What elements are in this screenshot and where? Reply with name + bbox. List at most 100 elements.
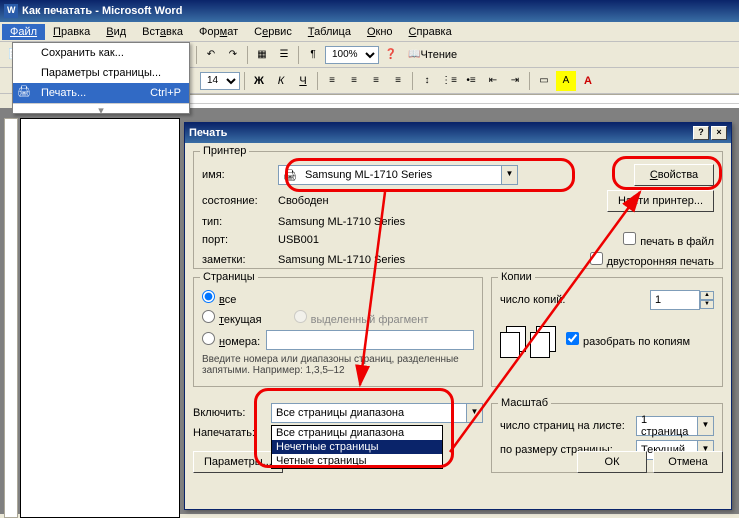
table-icon[interactable]: ▦ — [252, 45, 272, 65]
print-what-label: Напечатать: — [193, 427, 265, 439]
underline-icon[interactable]: Ч — [293, 71, 313, 91]
align-center-icon[interactable]: ≡ — [344, 71, 364, 91]
dialog-close-icon[interactable]: × — [711, 126, 727, 140]
columns-icon[interactable]: ☰ — [274, 45, 294, 65]
include-option-odd[interactable]: Нечетные страницы — [272, 440, 442, 454]
menu-insert[interactable]: Вставка — [134, 24, 191, 40]
pages-current-radio[interactable]: текущая — [202, 310, 262, 326]
type-label: тип: — [202, 216, 272, 228]
pages-group: Страницы все текущая выделенный фрагмент… — [193, 277, 483, 387]
redo-icon[interactable]: ↷ — [223, 45, 243, 65]
chevron-down-icon: ▼ — [697, 417, 713, 435]
parameters-button[interactable]: Параметры... — [193, 451, 283, 473]
line-spacing-icon[interactable]: ↕ — [417, 71, 437, 91]
cancel-button[interactable]: Отмена — [653, 451, 723, 473]
print-shortcut: Ctrl+P — [150, 87, 181, 99]
numbering-icon[interactable]: ⋮≡ — [439, 71, 459, 91]
include-options-list[interactable]: Все страницы диапазона Нечетные страницы… — [271, 425, 443, 469]
pages-all-radio[interactable]: все — [202, 290, 236, 306]
print-to-file-checkbox[interactable]: печать в файл — [623, 232, 714, 248]
menu-format[interactable]: Формат — [191, 24, 246, 40]
status-value: Свободен — [278, 195, 329, 207]
notes-value: Samsung ML-1710 Series — [278, 254, 405, 266]
indent-icon[interactable]: ⇥ — [505, 71, 525, 91]
menu-tools[interactable]: Сервис — [246, 24, 300, 40]
menu-file[interactable]: Файл — [2, 24, 45, 40]
align-left-icon[interactable]: ≡ — [322, 71, 342, 91]
status-label: состояние: — [202, 195, 272, 207]
menu-help[interactable]: Справка — [401, 24, 460, 40]
type-value: Samsung ML-1710 Series — [278, 216, 405, 228]
menu-table[interactable]: Таблица — [300, 24, 359, 40]
printer-name-label: имя: — [202, 169, 272, 181]
pages-numbers-input[interactable] — [266, 330, 474, 350]
bold-icon[interactable]: Ж — [249, 71, 269, 91]
copies-group: Копии число копий: ▲▼ разобрать по копия… — [491, 277, 723, 387]
menu-print[interactable]: 🖨 Печать... Ctrl+P — [13, 83, 189, 103]
notes-label: заметки: — [202, 254, 272, 266]
chevron-down-icon: ▼ — [501, 166, 517, 184]
dialog-title: Печать — [189, 127, 227, 139]
help-icon[interactable]: ❓ — [381, 45, 401, 65]
outdent-icon[interactable]: ⇤ — [483, 71, 503, 91]
spin-up-icon[interactable]: ▲ — [700, 291, 714, 300]
menu-page-setup[interactable]: Параметры страницы... — [13, 63, 189, 83]
duplex-checkbox[interactable]: двусторонняя печать — [590, 252, 714, 268]
menu-expand-icon[interactable]: ▾ — [13, 103, 189, 113]
copies-legend: Копии — [498, 271, 535, 283]
printer-legend: Принтер — [200, 145, 249, 157]
port-label: порт: — [202, 234, 272, 246]
pages-numbers-radio[interactable]: номера: — [202, 332, 260, 348]
menu-edit[interactable]: Правка — [45, 24, 98, 40]
printer-group: Принтер имя: 🖨 Samsung ML-1710 Series ▼ … — [193, 151, 723, 269]
copies-count-spinner[interactable]: ▲▼ — [650, 290, 714, 310]
pages-selection-radio: выделенный фрагмент — [294, 310, 429, 326]
print-dialog: Печать ? × Принтер имя: 🖨 Samsung ML-171… — [184, 122, 732, 510]
window-title: Как печатать - Microsoft Word — [22, 5, 182, 17]
align-right-icon[interactable]: ≡ — [366, 71, 386, 91]
menu-view[interactable]: Вид — [98, 24, 134, 40]
file-dropdown: Сохранить как... Параметры страницы... 🖨… — [12, 42, 190, 114]
dialog-titlebar: Печать ? × — [185, 123, 731, 143]
include-select[interactable]: Все страницы диапазона ▼ — [271, 403, 483, 423]
justify-icon[interactable]: ≡ — [388, 71, 408, 91]
read-button[interactable]: 📖 Чтение — [403, 45, 462, 65]
page[interactable] — [20, 118, 180, 518]
include-label: Включить: — [193, 407, 265, 419]
printer-icon: 🖨 — [17, 85, 33, 101]
paragraph-icon[interactable]: ¶ — [303, 45, 323, 65]
ok-button[interactable]: ОК — [577, 451, 647, 473]
pages-legend: Страницы — [200, 271, 258, 283]
ruler-vertical[interactable] — [4, 118, 18, 518]
menu-window[interactable]: Окно — [359, 24, 401, 40]
border-icon[interactable]: ▭ — [534, 71, 554, 91]
printer-name-select[interactable]: 🖨 Samsung ML-1710 Series ▼ — [278, 165, 518, 185]
find-printer-button[interactable]: Найти принтер... — [607, 190, 714, 212]
per-sheet-select[interactable]: 1 страница ▼ — [636, 416, 714, 436]
collate-checkbox[interactable]: разобрать по копиям — [566, 332, 690, 348]
fontsize-select[interactable]: 14 — [200, 72, 240, 90]
fontcolor-icon[interactable]: A — [578, 71, 598, 91]
dialog-help-icon[interactable]: ? — [693, 126, 709, 140]
word-icon — [4, 4, 18, 18]
bullets-icon[interactable]: •≡ — [461, 71, 481, 91]
printer-small-icon: 🖨 — [279, 169, 301, 182]
app-titlebar: Как печатать - Microsoft Word — [0, 0, 739, 22]
scale-legend: Масштаб — [498, 397, 551, 409]
pages-hint: Введите номера или диапазоны страниц, ра… — [202, 354, 474, 376]
include-option-all[interactable]: Все страницы диапазона — [272, 426, 442, 440]
spin-down-icon[interactable]: ▼ — [700, 300, 714, 309]
menu-save-as[interactable]: Сохранить как... — [13, 43, 189, 63]
italic-icon[interactable]: К — [271, 71, 291, 91]
properties-button[interactable]: Свойства — [634, 164, 714, 186]
copies-count-label: число копий: — [500, 294, 565, 306]
zoom-select[interactable]: 100% — [325, 46, 379, 64]
per-sheet-label: число страниц на листе: — [500, 420, 630, 432]
collate-preview-icon — [500, 320, 560, 360]
chevron-down-icon: ▼ — [466, 404, 482, 422]
undo-icon[interactable]: ↶ — [201, 45, 221, 65]
menubar: Файл Правка Вид Вставка Формат Сервис Та… — [0, 22, 739, 42]
highlight-icon[interactable]: A — [556, 71, 576, 91]
port-value: USB001 — [278, 234, 319, 246]
include-option-even[interactable]: Четные страницы — [272, 454, 442, 468]
